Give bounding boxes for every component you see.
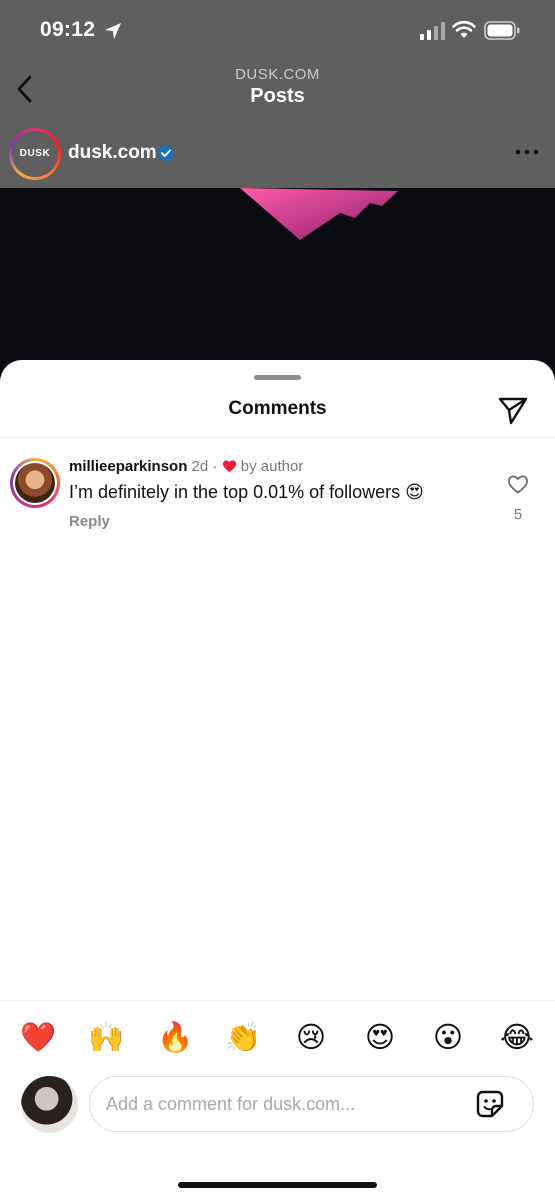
account-name[interactable]: dusk.com bbox=[68, 142, 157, 164]
header-divider bbox=[0, 437, 555, 438]
post-artwork bbox=[240, 188, 398, 240]
reaction-red-heart[interactable]: ❤️ bbox=[18, 1020, 58, 1056]
wifi-icon bbox=[452, 20, 476, 38]
account-avatar-text: DUSK bbox=[12, 131, 58, 177]
home-indicator bbox=[178, 1182, 377, 1188]
nav-subtitle: DUSK.COM bbox=[235, 66, 320, 83]
signal-icon bbox=[420, 22, 445, 40]
nav-title: Posts bbox=[250, 85, 305, 107]
comment-like-count: 5 bbox=[513, 506, 523, 523]
reaction-crying-face[interactable]: 😢 bbox=[291, 1020, 331, 1056]
reaction-raising-hands[interactable]: 🙌 bbox=[86, 1020, 126, 1056]
sheet-title: Comments bbox=[228, 398, 327, 419]
sticker-icon[interactable] bbox=[474, 1088, 506, 1120]
paper-plane-icon[interactable] bbox=[497, 395, 529, 425]
battery-icon bbox=[484, 21, 520, 40]
reply-button[interactable]: Reply bbox=[69, 513, 110, 530]
reaction-clapping-hands[interactable]: 👏 bbox=[223, 1020, 263, 1056]
comment-meta: millieeparkinson 2d · by author bbox=[69, 458, 303, 475]
meta-separator: · bbox=[212, 458, 218, 475]
heart-icon[interactable] bbox=[507, 474, 529, 494]
comment-input[interactable] bbox=[89, 1076, 534, 1132]
comments-sheet: Comments millieeparkinson 2d · by author… bbox=[0, 360, 555, 1200]
commenter-username[interactable]: millieeparkinson bbox=[69, 458, 187, 475]
account-avatar[interactable]: DUSK bbox=[9, 128, 61, 180]
commenter-avatar[interactable] bbox=[10, 458, 60, 508]
reaction-fire[interactable]: 🔥 bbox=[155, 1020, 195, 1056]
more-dots-icon[interactable] bbox=[514, 147, 540, 157]
status-bar: 09:12 bbox=[0, 0, 555, 60]
status-time: 09:12 bbox=[40, 18, 96, 41]
location-arrow-icon bbox=[105, 23, 121, 39]
comment-item: millieeparkinson 2d · by author I’m defi… bbox=[0, 452, 555, 542]
sheet-drag-handle[interactable] bbox=[254, 375, 301, 380]
composer-divider bbox=[0, 1000, 555, 1001]
verified-badge-icon bbox=[158, 145, 174, 161]
current-user-avatar bbox=[21, 1076, 78, 1133]
commenter-photo bbox=[15, 463, 55, 503]
heart-icon bbox=[222, 460, 236, 472]
quick-reactions: ❤️ 🙌 🔥 👏 😢 😍 😮 😂 bbox=[0, 1020, 555, 1056]
reaction-tears-of-joy[interactable]: 😂 bbox=[497, 1020, 537, 1056]
reaction-open-mouth[interactable]: 😮 bbox=[428, 1020, 468, 1056]
comment-text: I’m definitely in the top 0.01% of follo… bbox=[69, 482, 424, 502]
liked-by-author-label: by author bbox=[240, 458, 304, 475]
comment-age: 2d bbox=[191, 458, 209, 475]
reaction-heart-eyes[interactable]: 😍 bbox=[360, 1020, 400, 1056]
background-post-screen: 09:12 DUSK.COM Posts DUSK dusk.com bbox=[0, 0, 555, 420]
